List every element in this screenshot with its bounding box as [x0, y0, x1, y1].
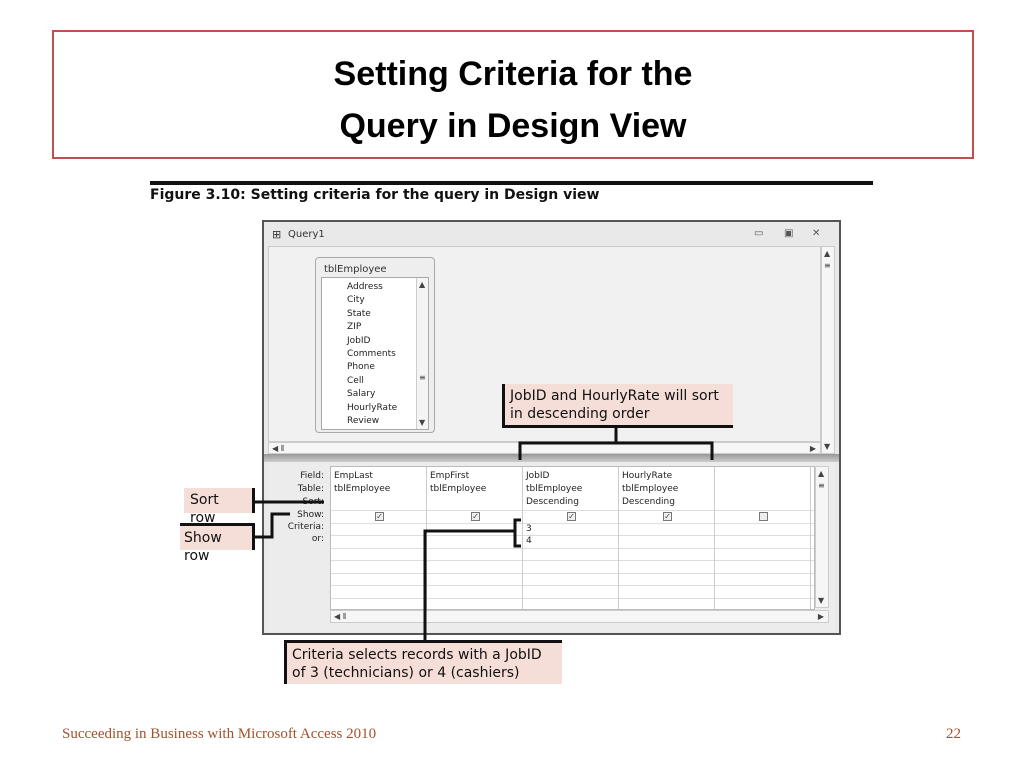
callout-criteria: Criteria selects records with a JobID of… [284, 640, 562, 684]
page-number: 22 [946, 726, 961, 742]
footer-text: Succeeding in Business with Microsoft Ac… [62, 726, 377, 742]
callout-sort-descending: JobID and HourlyRate will sort in descen… [502, 384, 733, 428]
callout-sort-row: Sort row [184, 488, 255, 526]
callout-show-row: Show row [180, 523, 255, 564]
